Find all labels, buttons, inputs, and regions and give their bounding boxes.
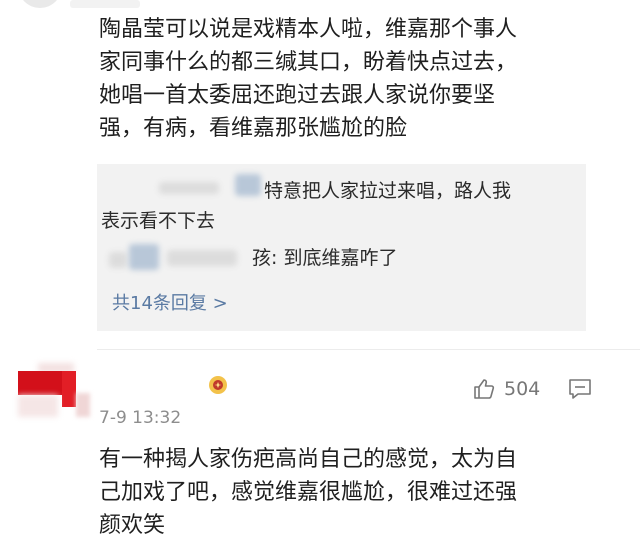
avatar[interactable] [18,363,104,425]
comment-timestamp: 7-9 13:32 [99,408,182,428]
view-all-replies-link[interactable]: 共14条回复 > [112,289,228,315]
reply-text: 孩: 到底维嘉咋了 [252,247,398,269]
like-count: 504 [504,378,541,400]
comment-icon[interactable] [568,378,592,400]
redacted-username [109,252,127,268]
user-badge-icon [209,376,227,394]
redacted-username [167,250,237,266]
reply-text: 特意把人家拉过来唱，路人我 [264,180,512,202]
comment-text: 陶晶莹可以说是戏精本人啦，维嘉那个事人 家同事什么的都三缄其口，盼着快点过去， … [99,17,518,141]
reply-thread[interactable]: 特意把人家拉过来唱，路人我 表示看不下去 孩: 到底维嘉咋了 共14条回复 > [97,164,586,331]
comment-text: 有一种揭人家伤疤高尚自己的感觉，太为自 己加戏了吧，感觉维嘉很尴尬，很难过还强 … [99,447,518,538]
redacted-username [129,244,159,270]
redacted-username [235,174,261,196]
comment-divider [97,349,640,350]
reply-text: 表示看不下去 [101,210,216,232]
like-button[interactable]: 504 [472,376,540,402]
previous-username[interactable] [70,0,140,8]
like-icon [474,379,495,399]
redacted-username [159,182,219,194]
previous-avatar[interactable] [18,0,62,8]
